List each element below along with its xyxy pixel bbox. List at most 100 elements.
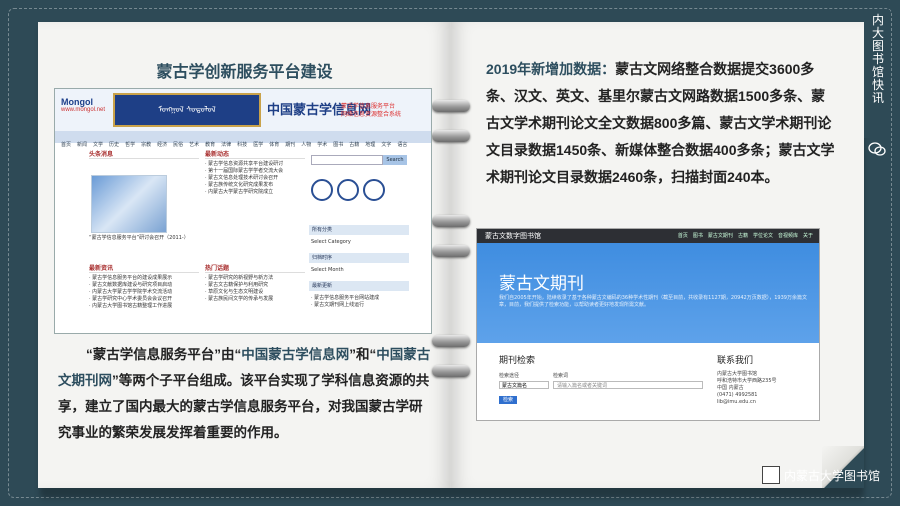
journal-site-brand[interactable]: 蒙古文数字图书馆 [485, 231, 541, 241]
binder-ring [432, 215, 470, 227]
topic-link[interactable]: · 蒙古学研究的新视野与新方法 [205, 275, 305, 282]
topic-link[interactable]: · 蒙古文古籍保护与利用研究 [205, 282, 305, 289]
dynamics-link[interactable]: · 第十一届国际蒙古学学者交流大会 [205, 168, 305, 175]
contact-title: 联系我们 [717, 356, 754, 366]
site-nav-item[interactable]: 科技 [237, 139, 247, 151]
headline-caption[interactable]: “蒙古学信息服务平台”研讨会召开（2011-） [89, 235, 209, 242]
journal-menu-item[interactable]: 蒙古文期刊 [708, 233, 733, 239]
site-nav-item[interactable]: 经济 [157, 139, 167, 151]
site-nav-item[interactable]: 法律 [221, 139, 231, 151]
contact-line: lib@imu.edu.cn [717, 399, 756, 405]
journal-menu-item[interactable]: 音视频库 [778, 233, 798, 239]
site-nav-item[interactable]: 图书 [333, 139, 343, 151]
emblem-icon [363, 179, 385, 201]
topic-link[interactable]: · 蒙古族民间文学的传承与发展 [205, 296, 305, 303]
library-name: 内蒙古大学图书馆 [784, 469, 881, 483]
archive-panel: 归档时序 [309, 253, 409, 263]
library-logo-icon [762, 466, 780, 484]
binder-ring [432, 365, 470, 377]
journal-search-button[interactable]: 检索 [499, 396, 517, 404]
news-column: 最新资讯 · 蒙古学信息服务平台的建设成果展示 · 蒙古文献数据库建设与研究项目启… [89, 265, 199, 310]
site-nav-item[interactable]: 历史 [109, 139, 119, 151]
category-select[interactable]: Select Category [311, 239, 351, 246]
wechat-icon [868, 142, 886, 156]
topic-link[interactable]: · 草原文化与生态文明建设 [205, 289, 305, 296]
dynamics-link[interactable]: · 蒙古学信息资源共享平台建设研讨 [205, 161, 305, 168]
site-search-button[interactable]: Search [383, 155, 407, 165]
binder-ring [432, 245, 470, 257]
news-link[interactable]: · 蒙古文献数据库建设与研究项目启动 [89, 282, 199, 289]
site-nav-item[interactable]: 古籍 [349, 139, 359, 151]
site-nav-item[interactable]: 体育 [269, 139, 279, 151]
site-nav-item[interactable]: 学术 [317, 139, 327, 151]
emblem-icon [337, 179, 359, 201]
news-link[interactable]: · 蒙古学信息服务平台的建设成果展示 [89, 275, 199, 282]
search-field-select[interactable]: 蒙古文篇名 [499, 381, 549, 389]
journal-search-title: 期刊检索 [499, 356, 536, 366]
contact-line: 呼和浩特市大学西路235号 [717, 378, 777, 384]
emblem-icon [311, 179, 333, 201]
site-nav-item[interactable]: 文字 [381, 139, 391, 151]
binder-ring [432, 100, 470, 112]
search-key-label: 检索词 [553, 373, 569, 379]
journal-site-menu: 首页 图书 蒙古文期刊 古籍 学位论文 音视频库 关于 [673, 232, 813, 239]
site-nav-item[interactable]: 人物 [301, 139, 311, 151]
latest-panel: 最新更新 [309, 281, 409, 291]
binder-ring [432, 130, 470, 142]
news-link[interactable]: · 蒙古学研究中心学术委员会会议召开 [89, 296, 199, 303]
platform-description: “蒙古学信息服务平台”由“中国蒙古学信息网”和“中国蒙古文期刊网”等两个子平台组… [58, 347, 431, 440]
site-nav-item[interactable]: 教育 [205, 139, 215, 151]
dynamics-link[interactable]: · 内蒙古大学蒙古学研究院成立 [205, 189, 305, 196]
journal-hero-title: 蒙古文期刊 [499, 274, 584, 293]
journal-site-topbar: 蒙古文数字图书馆 首页 图书 蒙古文期刊 古籍 学位论文 音视频库 关于 [477, 229, 819, 243]
journal-menu-item[interactable]: 学位论文 [753, 233, 773, 239]
hot-topics-column: 热门话题 · 蒙古学研究的新视野与新方法 · 蒙古文古籍保护与利用研究 · 草原文化… [205, 265, 305, 303]
headline-column: 头条消息 [89, 151, 199, 161]
site-nav-item[interactable]: 宗教 [141, 139, 151, 151]
journal-menu-item[interactable]: 关于 [803, 233, 813, 239]
headline-image [91, 175, 167, 233]
latest-list: · 蒙古学信息服务平台网站建成 · 蒙古文期刊网上线运行 [311, 295, 411, 309]
news-link[interactable]: · 内蒙古大学蒙古学学院学术交流活动 [89, 289, 199, 296]
mongol-journal-site-screenshot: 蒙古文数字图书馆 首页 图书 蒙古文期刊 古籍 学位论文 音视频库 关于 蒙古文期刊 我们自… [476, 228, 820, 421]
mongol-info-site-screenshot: Mongol www.mongol.net ᠮᠣᠩᠭᠣᠯ ᠰᠤᠳᠤᠯᠤᠯ 中国蒙… [54, 88, 432, 334]
side-tab-text: 内大图书馆快讯 [870, 14, 886, 105]
search-keyword-input[interactable]: 请输入篇名或者关键词 [553, 381, 703, 389]
binder-ring [432, 335, 470, 347]
new-data-summary: 2019年新增加数据：蒙古文网络整合数据提交3600多条、汉文、英文、基里尔蒙古… [486, 61, 835, 185]
site-logo: Mongol www.mongol.net [61, 97, 106, 113]
latest-link[interactable]: · 蒙古学信息服务平台网站建成 [311, 295, 411, 302]
site-search-input[interactable] [311, 155, 383, 165]
contact-line: 中国 内蒙古 [717, 385, 744, 391]
contact-info: 内蒙古大学图书馆 呼和浩特市大学西路235号 中国 内蒙古 (0471) 499258… [717, 371, 777, 406]
site-subtitle: 蒙古学信息服务平台 网络信息资源整合系统 [341, 103, 402, 118]
site-nav-item[interactable]: 民俗 [173, 139, 183, 151]
side-tab-char: 讯 [871, 91, 884, 105]
site-nav-item[interactable]: 期刊 [285, 139, 295, 151]
contact-line: 内蒙古大学图书馆 [717, 371, 758, 377]
month-select[interactable]: Select Month [311, 267, 344, 274]
news-link[interactable]: · 内蒙古大学图书馆古籍整理工作进展 [89, 303, 199, 310]
dynamics-column: 最新动态 · 蒙古学信息资源共享平台建设研讨 · 第十一届国际蒙古学学者交流大会 ·… [205, 151, 305, 196]
category-panel: 所有分类 [309, 225, 409, 235]
search-field-label: 检索途径 [499, 373, 520, 379]
site-nav-item[interactable]: 医学 [253, 139, 263, 151]
journal-menu-item[interactable]: 首页 [678, 233, 688, 239]
site-nav-item[interactable]: 文学 [93, 139, 103, 151]
journal-menu-item[interactable]: 图书 [693, 233, 703, 239]
site-nav-item[interactable]: 地理 [365, 139, 375, 151]
mongol-script-banner: ᠮᠣᠩᠭᠣᠯ ᠰᠤᠳᠤᠯᠤᠯ [113, 93, 261, 127]
site-nav-item[interactable]: 语言 [397, 139, 407, 151]
dynamics-link[interactable]: · 蒙古文信息处理技术研讨会召开 [205, 175, 305, 182]
contact-line: (0471) 4992581 [717, 392, 758, 398]
site-nav-item[interactable]: 新闻 [77, 139, 87, 151]
site-nav-bar: 首页 新闻 文学 历史 哲学 宗教 经济 民俗 艺术 教育 法律 科技 医学 体育 期刊 人物 学术 图书 古籍 地理… [55, 131, 431, 148]
journal-hero-description: 我们自2005年开始，陆续收录了基于各种蒙古文编码的36种学术性期刊（截至目前，… [499, 295, 807, 308]
latest-link[interactable]: · 蒙古文期刊网上线运行 [311, 302, 411, 309]
page-title: 蒙古学创新服务平台建设 [156, 64, 333, 81]
site-nav-item[interactable]: 哲学 [125, 139, 135, 151]
journal-menu-item[interactable]: 古籍 [738, 233, 748, 239]
site-nav-item[interactable]: 首页 [61, 139, 71, 151]
dynamics-link[interactable]: · 蒙古族传统文化研究成果发布 [205, 182, 305, 189]
site-nav-item[interactable]: 艺术 [189, 139, 199, 151]
